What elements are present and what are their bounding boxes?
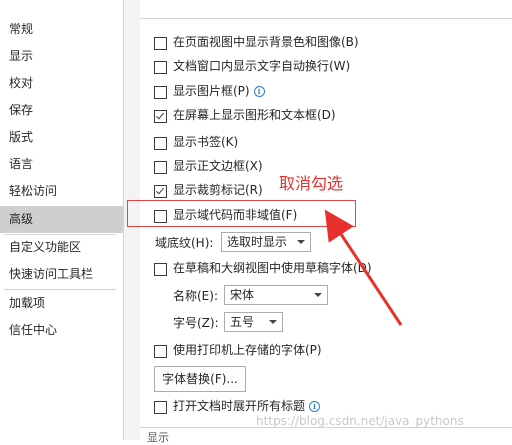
watermark: https://blog.csdn.net/java_pythons	[256, 414, 464, 428]
annotation-arrow	[324, 209, 403, 326]
